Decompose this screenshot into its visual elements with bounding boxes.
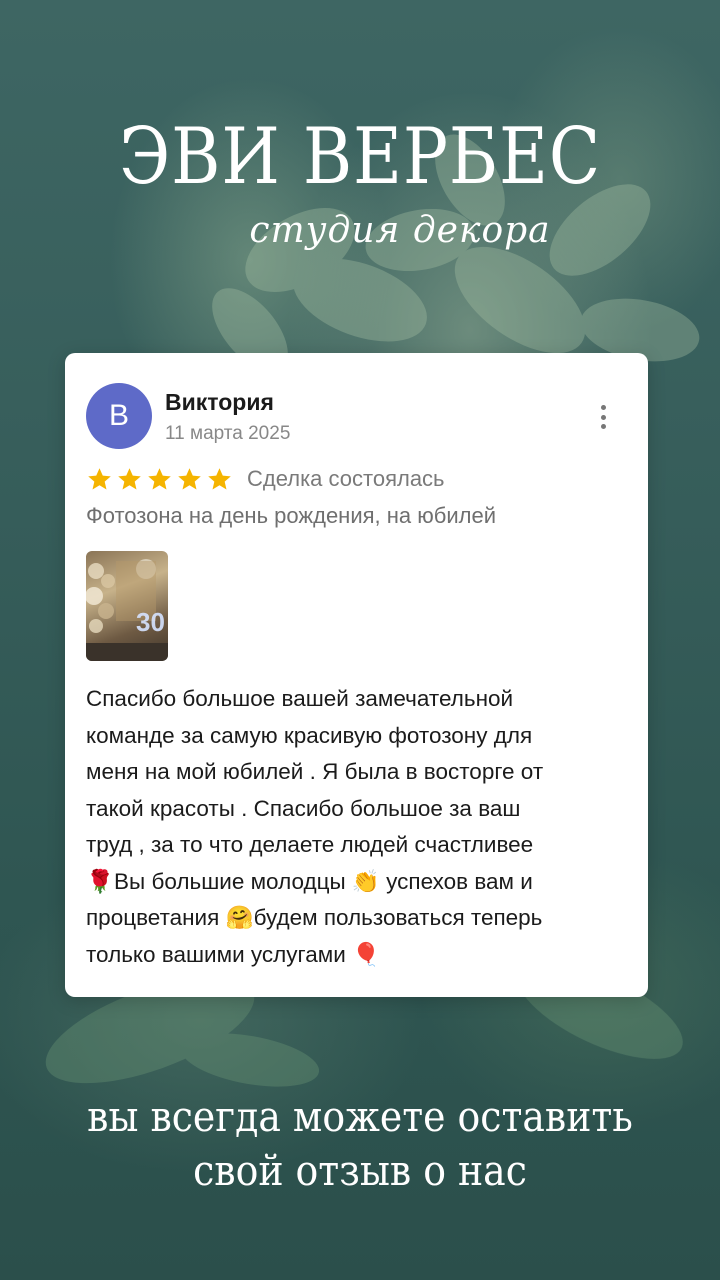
cta-line-2: свой отзыв о нас	[193, 1146, 527, 1195]
review-card: В Виктория 11 марта 2025 Сделка состояла…	[65, 353, 648, 997]
star-icon	[88, 467, 111, 490]
rating-row: Сделка состоялась	[86, 463, 445, 495]
star-icon	[208, 467, 231, 490]
review-text-line: только вашими услугами 🎈	[86, 941, 381, 967]
review-date: 11 марта 2025	[165, 423, 291, 444]
cta-line-1: вы всегда можете оставить	[87, 1092, 633, 1141]
star-icon	[118, 467, 141, 490]
star-icon	[148, 467, 171, 490]
review-text: Спасибо большое вашей замечательной коман…	[86, 681, 626, 973]
star-icon	[178, 467, 201, 490]
reviewer-name[interactable]: Виктория	[165, 389, 274, 416]
review-text-line: Спасибо большое вашей замечательной	[86, 686, 514, 711]
star-rating	[86, 466, 233, 493]
brand-subtitle: студия декора	[249, 210, 551, 251]
review-text-line: труд , за то что делаете людей счастливе…	[86, 832, 534, 857]
brand-title: ЭВИ ВЕРБЕС	[118, 112, 602, 202]
review-text-line: 🌹Вы большие молодцы 👏 успехов вам и	[86, 868, 533, 894]
service-name: Фотозона на день рождения, на юбилей	[86, 503, 496, 528]
more-vertical-icon[interactable]	[596, 405, 610, 429]
review-text-line: команде за самую красивую фотозону для	[86, 722, 533, 748]
avatar[interactable]: В	[86, 383, 152, 449]
deal-status: Сделка состоялась	[247, 466, 445, 491]
review-photo[interactable]: 30	[86, 551, 168, 661]
review-text-line: меня на мой юбилей . Я была в восторге о…	[86, 759, 544, 784]
review-text-line: такой красоты . Спасибо большое за ваш	[86, 795, 521, 821]
review-text-line: процветания 🤗будем пользоваться теперь	[86, 905, 543, 930]
photo-number: 30	[136, 607, 165, 637]
